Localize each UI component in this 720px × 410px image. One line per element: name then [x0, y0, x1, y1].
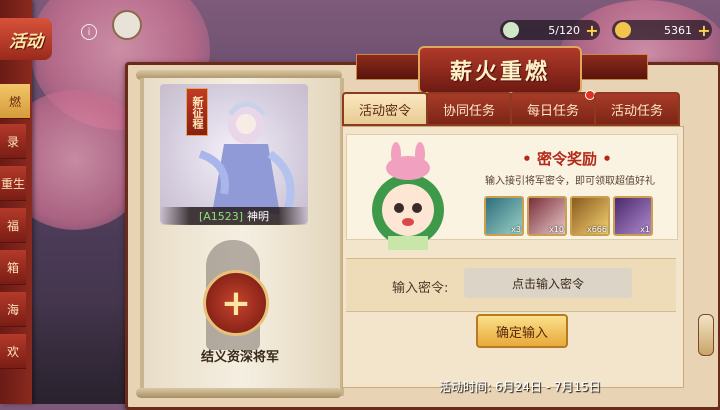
item-count: x10 — [549, 225, 564, 234]
new-journey-badge: 新征程 — [186, 88, 208, 136]
panel-title: 薪火重燃 — [418, 46, 582, 94]
gold-counter: 5361 + — [612, 20, 712, 40]
add-sworn-general-button[interactable]: + — [203, 270, 269, 336]
hero-figure-icon — [198, 101, 295, 214]
sidebar-tab-5[interactable]: 海 — [0, 292, 26, 327]
sworn-general-label: 结义资深将军 — [200, 350, 279, 365]
reward-title-item[interactable]: x1 — [613, 196, 653, 236]
hero-name-bar: [A1523] 神明 — [160, 207, 308, 225]
sidebar-tab-6[interactable]: 欢 — [0, 334, 26, 369]
hero-name: 神明 — [247, 210, 270, 223]
side-scroll-handle[interactable] — [698, 314, 714, 356]
sidebar-tab-1[interactable]: 录 — [0, 124, 26, 159]
tab-collab-tasks[interactable]: 协同任务 — [426, 92, 512, 126]
sidebar-title: 活动 — [0, 18, 52, 60]
item-count: x666 — [586, 225, 607, 234]
add-gold-button[interactable]: + — [696, 21, 712, 40]
item-count: x3 — [511, 225, 521, 234]
tab-daily-tasks[interactable]: 每日任务 — [510, 92, 596, 126]
scroll-rod-bottom — [136, 388, 342, 398]
stamina-counter: 5/120 + — [500, 20, 600, 40]
add-stamina-button[interactable]: + — [584, 21, 600, 40]
activity-time: 活动时间: 6月24日 - 7月15日 — [439, 380, 601, 394]
tab-activity-password[interactable]: 活动密令 — [342, 92, 428, 126]
reward-title: • 密令奖励 • — [522, 150, 612, 168]
password-input[interactable]: 点击输入密令 — [464, 268, 632, 298]
reward-scroll-item[interactable]: x10 — [527, 196, 567, 236]
hero-code: [A1523] — [198, 209, 244, 223]
gold-ingot-icon — [615, 22, 631, 38]
mascot-image — [360, 140, 460, 250]
info-icon[interactable]: i — [81, 24, 97, 40]
clock-icon — [112, 10, 142, 40]
confirm-button[interactable]: 确定输入 — [476, 314, 568, 348]
reward-card-item[interactable]: x3 — [484, 196, 524, 236]
sidebar-tab-2[interactable]: 重生 — [0, 166, 26, 201]
sidebar-tab-4[interactable]: 箱 — [0, 250, 26, 285]
sidebar-tab-0[interactable]: 燃 — [0, 84, 30, 119]
hero-portrait[interactable] — [160, 84, 308, 224]
reward-description: 输入接引将军密令，即可领取超值好礼 — [485, 176, 655, 187]
item-count: x1 — [640, 225, 650, 234]
reward-gold-item[interactable]: x666 — [570, 196, 610, 236]
sidebar-tab-3[interactable]: 福 — [0, 208, 26, 243]
tab-event-tasks[interactable]: 活动任务 — [594, 92, 680, 126]
title-wing-right — [576, 54, 648, 80]
stamina-icon — [503, 22, 519, 38]
gold-value: 5361 — [664, 23, 692, 37]
stamina-value: 5/120 — [548, 23, 580, 37]
password-label: 输入密令: — [392, 281, 449, 296]
